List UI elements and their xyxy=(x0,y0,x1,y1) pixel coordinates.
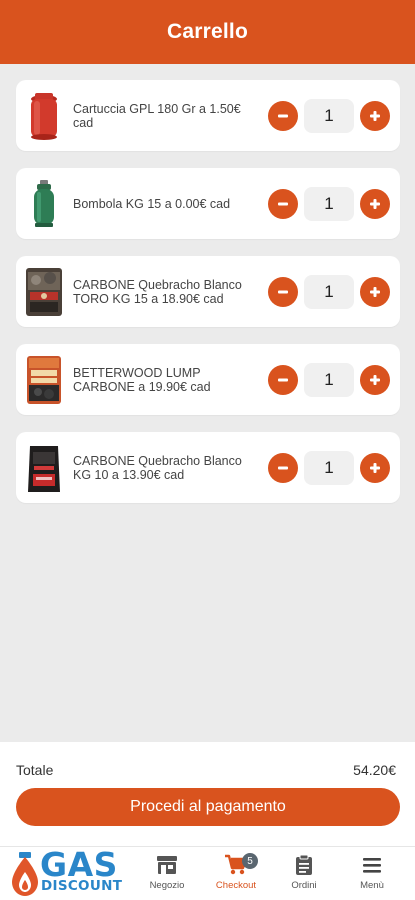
cart-count-badge: 5 xyxy=(242,853,258,869)
plus-icon xyxy=(370,374,380,385)
minus-icon xyxy=(278,202,288,205)
nav-label-orders: Ordini xyxy=(291,880,317,891)
minus-icon xyxy=(278,466,288,469)
bottom-navigation: GAS DISCOUNT Negozio 5 Checkout Ordini M… xyxy=(0,846,415,900)
page-title: Carrello xyxy=(167,20,248,43)
total-value: 54.20€ xyxy=(353,762,396,778)
product-thumbnail xyxy=(24,354,64,406)
quantity-stepper: 1 xyxy=(268,450,390,485)
increase-button[interactable] xyxy=(360,452,390,483)
product-thumbnail xyxy=(24,178,64,230)
quantity-value[interactable]: 1 xyxy=(304,274,354,309)
cart-list: Cartuccia GPL 180 Gr a 1.50€ cad 1 Bombo… xyxy=(16,80,400,503)
quantity-stepper: 1 xyxy=(268,98,390,133)
decrease-button[interactable] xyxy=(268,452,298,483)
checkout-summary: Totale 54.20€ Procedi al pagamento xyxy=(0,742,415,846)
plus-icon xyxy=(370,462,380,473)
flame-drop-icon xyxy=(12,852,38,896)
logo-text-bottom: DISCOUNT xyxy=(41,878,123,894)
nav-label-shop: Negozio xyxy=(149,880,185,891)
quantity-stepper: 1 xyxy=(268,274,390,309)
quantity-value[interactable]: 1 xyxy=(304,98,354,133)
cart-item: Cartuccia GPL 180 Gr a 1.50€ cad 1 xyxy=(16,80,400,151)
decrease-button[interactable] xyxy=(268,364,298,395)
charcoal-bag-icon xyxy=(28,445,60,492)
quantity-stepper: 1 xyxy=(268,186,390,221)
increase-button[interactable] xyxy=(360,188,390,219)
minus-icon xyxy=(278,378,288,381)
cart-item: Bombola KG 15 a 0.00€ cad 1 xyxy=(16,168,400,239)
nav-item-checkout[interactable]: 5 Checkout xyxy=(206,853,266,897)
total-row: Totale 54.20€ xyxy=(16,762,396,778)
minus-icon xyxy=(278,290,288,293)
charcoal-bag-icon xyxy=(27,355,61,404)
gas-cylinder-icon xyxy=(34,179,54,227)
item-name: Cartuccia GPL 180 Gr a 1.50€ cad xyxy=(73,101,241,130)
item-name: CARBONE Quebracho Blanco KG 10 a 13.90€ … xyxy=(73,453,242,482)
product-thumbnail xyxy=(24,90,64,142)
item-name: CARBONE Quebracho Blanco TORO KG 15 a 18… xyxy=(73,277,242,306)
decrease-button[interactable] xyxy=(268,100,298,131)
nav-label-checkout: Checkout xyxy=(215,880,257,891)
quantity-value[interactable]: 1 xyxy=(304,450,354,485)
product-thumbnail xyxy=(24,442,64,494)
plus-icon xyxy=(370,198,380,209)
app-header: Carrello xyxy=(0,0,415,64)
gas-cartridge-icon xyxy=(31,92,57,140)
item-name: BETTERWOOD LUMP CARBONE a 19.90€ cad xyxy=(73,365,211,394)
product-thumbnail xyxy=(24,266,64,318)
item-name: Bombola KG 15 a 0.00€ cad xyxy=(73,196,231,211)
decrease-button[interactable] xyxy=(268,188,298,219)
cart-item: BETTERWOOD LUMP CARBONE a 19.90€ cad 1 xyxy=(16,344,400,415)
shop-icon xyxy=(157,856,177,874)
increase-button[interactable] xyxy=(360,100,390,131)
cart-item: CARBONE Quebracho Blanco TORO KG 15 a 18… xyxy=(16,256,400,327)
plus-icon xyxy=(370,110,380,121)
decrease-button[interactable] xyxy=(268,276,298,307)
minus-icon xyxy=(278,114,288,117)
clipboard-icon xyxy=(296,854,312,875)
quantity-stepper: 1 xyxy=(268,362,390,397)
quantity-value[interactable]: 1 xyxy=(304,186,354,221)
nav-item-shop[interactable]: Negozio xyxy=(137,853,197,897)
gas-discount-logo[interactable]: GAS DISCOUNT xyxy=(10,847,132,896)
proceed-to-payment-button[interactable]: Procedi al pagamento xyxy=(16,788,400,826)
nav-item-orders[interactable]: Ordini xyxy=(274,853,334,897)
menu-icon xyxy=(363,858,381,873)
increase-button[interactable] xyxy=(360,276,390,307)
plus-icon xyxy=(370,286,380,297)
increase-button[interactable] xyxy=(360,364,390,395)
nav-label-menu: Menù xyxy=(360,880,384,891)
total-label: Totale xyxy=(16,762,54,778)
nav-item-menu[interactable]: Menù xyxy=(342,853,402,897)
cart-item: CARBONE Quebracho Blanco KG 10 a 13.90€ … xyxy=(16,432,400,503)
charcoal-bag-icon xyxy=(26,267,62,316)
quantity-value[interactable]: 1 xyxy=(304,362,354,397)
